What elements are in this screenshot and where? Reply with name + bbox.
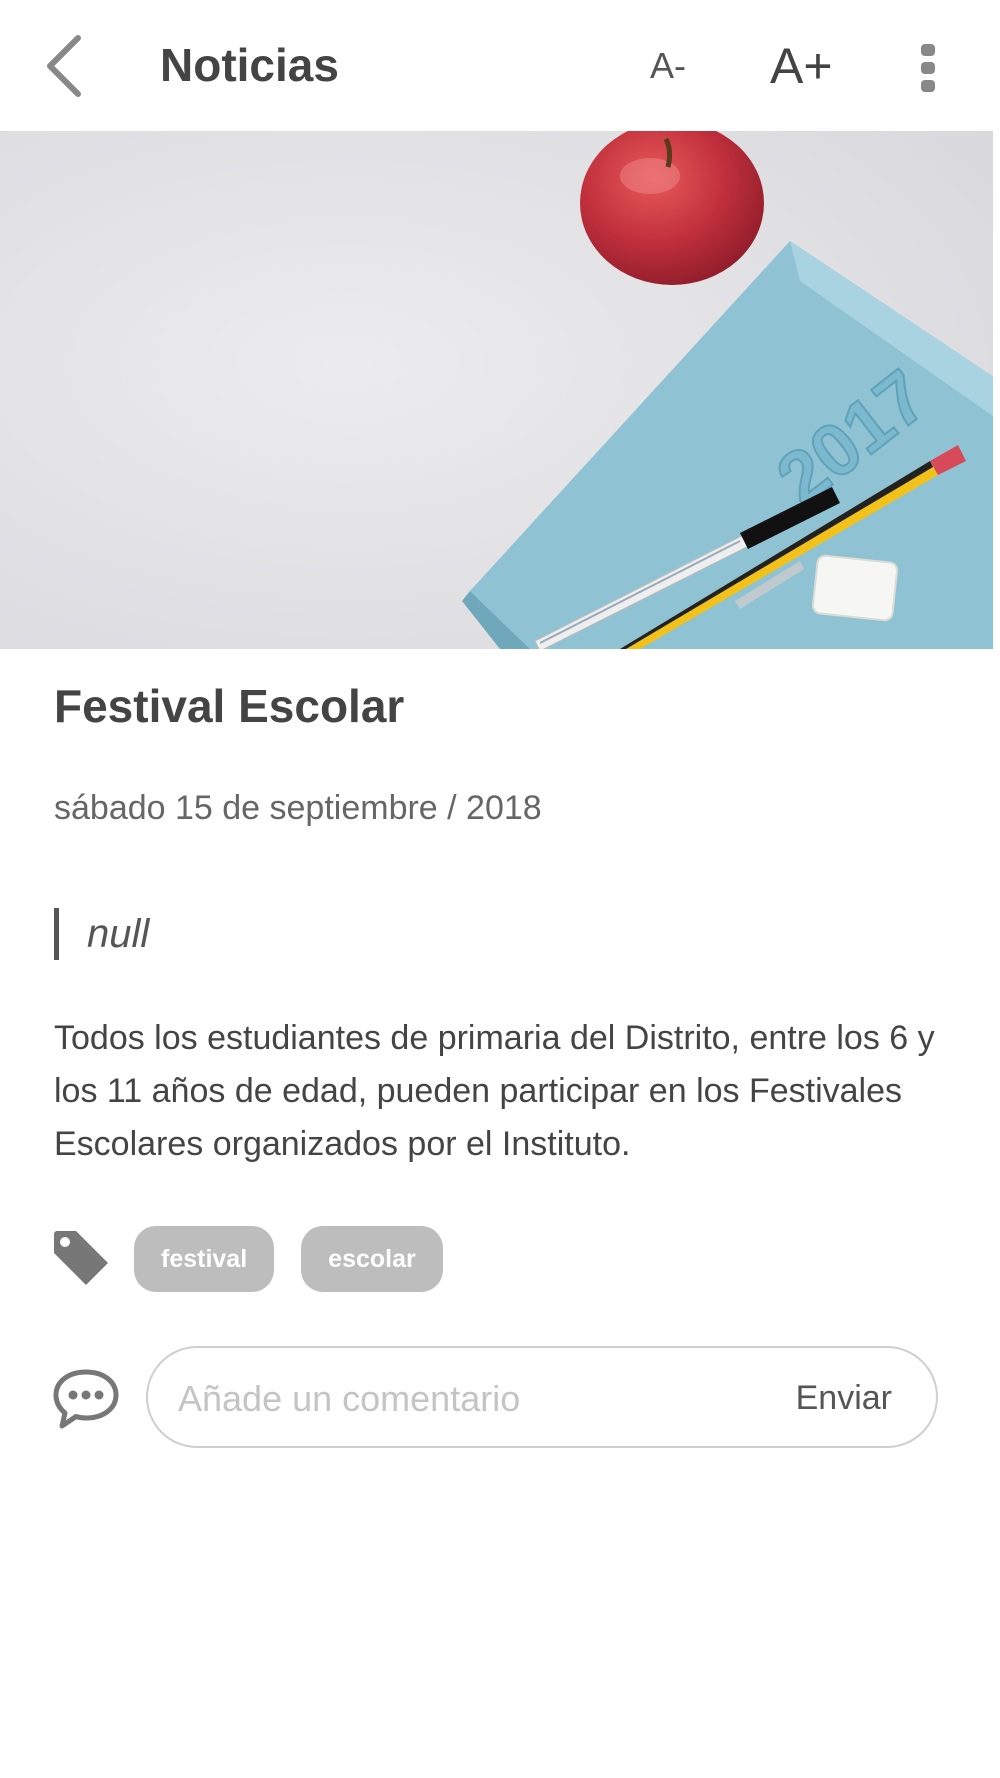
comment-box: Enviar xyxy=(146,1346,938,1448)
font-decrease-button[interactable]: A- xyxy=(650,44,686,88)
article-quote: null xyxy=(54,908,149,960)
article-date: sábado 15 de septiembre / 2018 xyxy=(54,789,542,827)
top-app-bar: Noticias A- A+ xyxy=(0,0,1000,131)
chevron-left-icon xyxy=(47,35,81,97)
send-button[interactable]: Enviar xyxy=(796,1374,892,1422)
article-body: Todos los estudiantes de primaria del Di… xyxy=(54,1019,935,1163)
comment-row: Enviar xyxy=(52,1346,942,1452)
tag-list: festival escolar xyxy=(52,1224,470,1294)
hero-image: 2017 xyxy=(0,131,993,649)
back-button[interactable] xyxy=(38,30,98,102)
quote-text: null xyxy=(87,912,150,956)
chat-bubble-icon xyxy=(53,1369,119,1429)
article-title: Festival Escolar xyxy=(54,680,405,732)
more-vertical-icon xyxy=(921,44,935,92)
font-increase-button[interactable]: A+ xyxy=(770,36,833,96)
more-options-button[interactable] xyxy=(910,38,946,98)
tag-chip[interactable]: escolar xyxy=(301,1226,443,1292)
tag-chip[interactable]: festival xyxy=(134,1226,275,1292)
page-title: Noticias xyxy=(160,39,339,91)
tag-icon xyxy=(54,1231,108,1285)
comment-input[interactable] xyxy=(176,1370,740,1428)
